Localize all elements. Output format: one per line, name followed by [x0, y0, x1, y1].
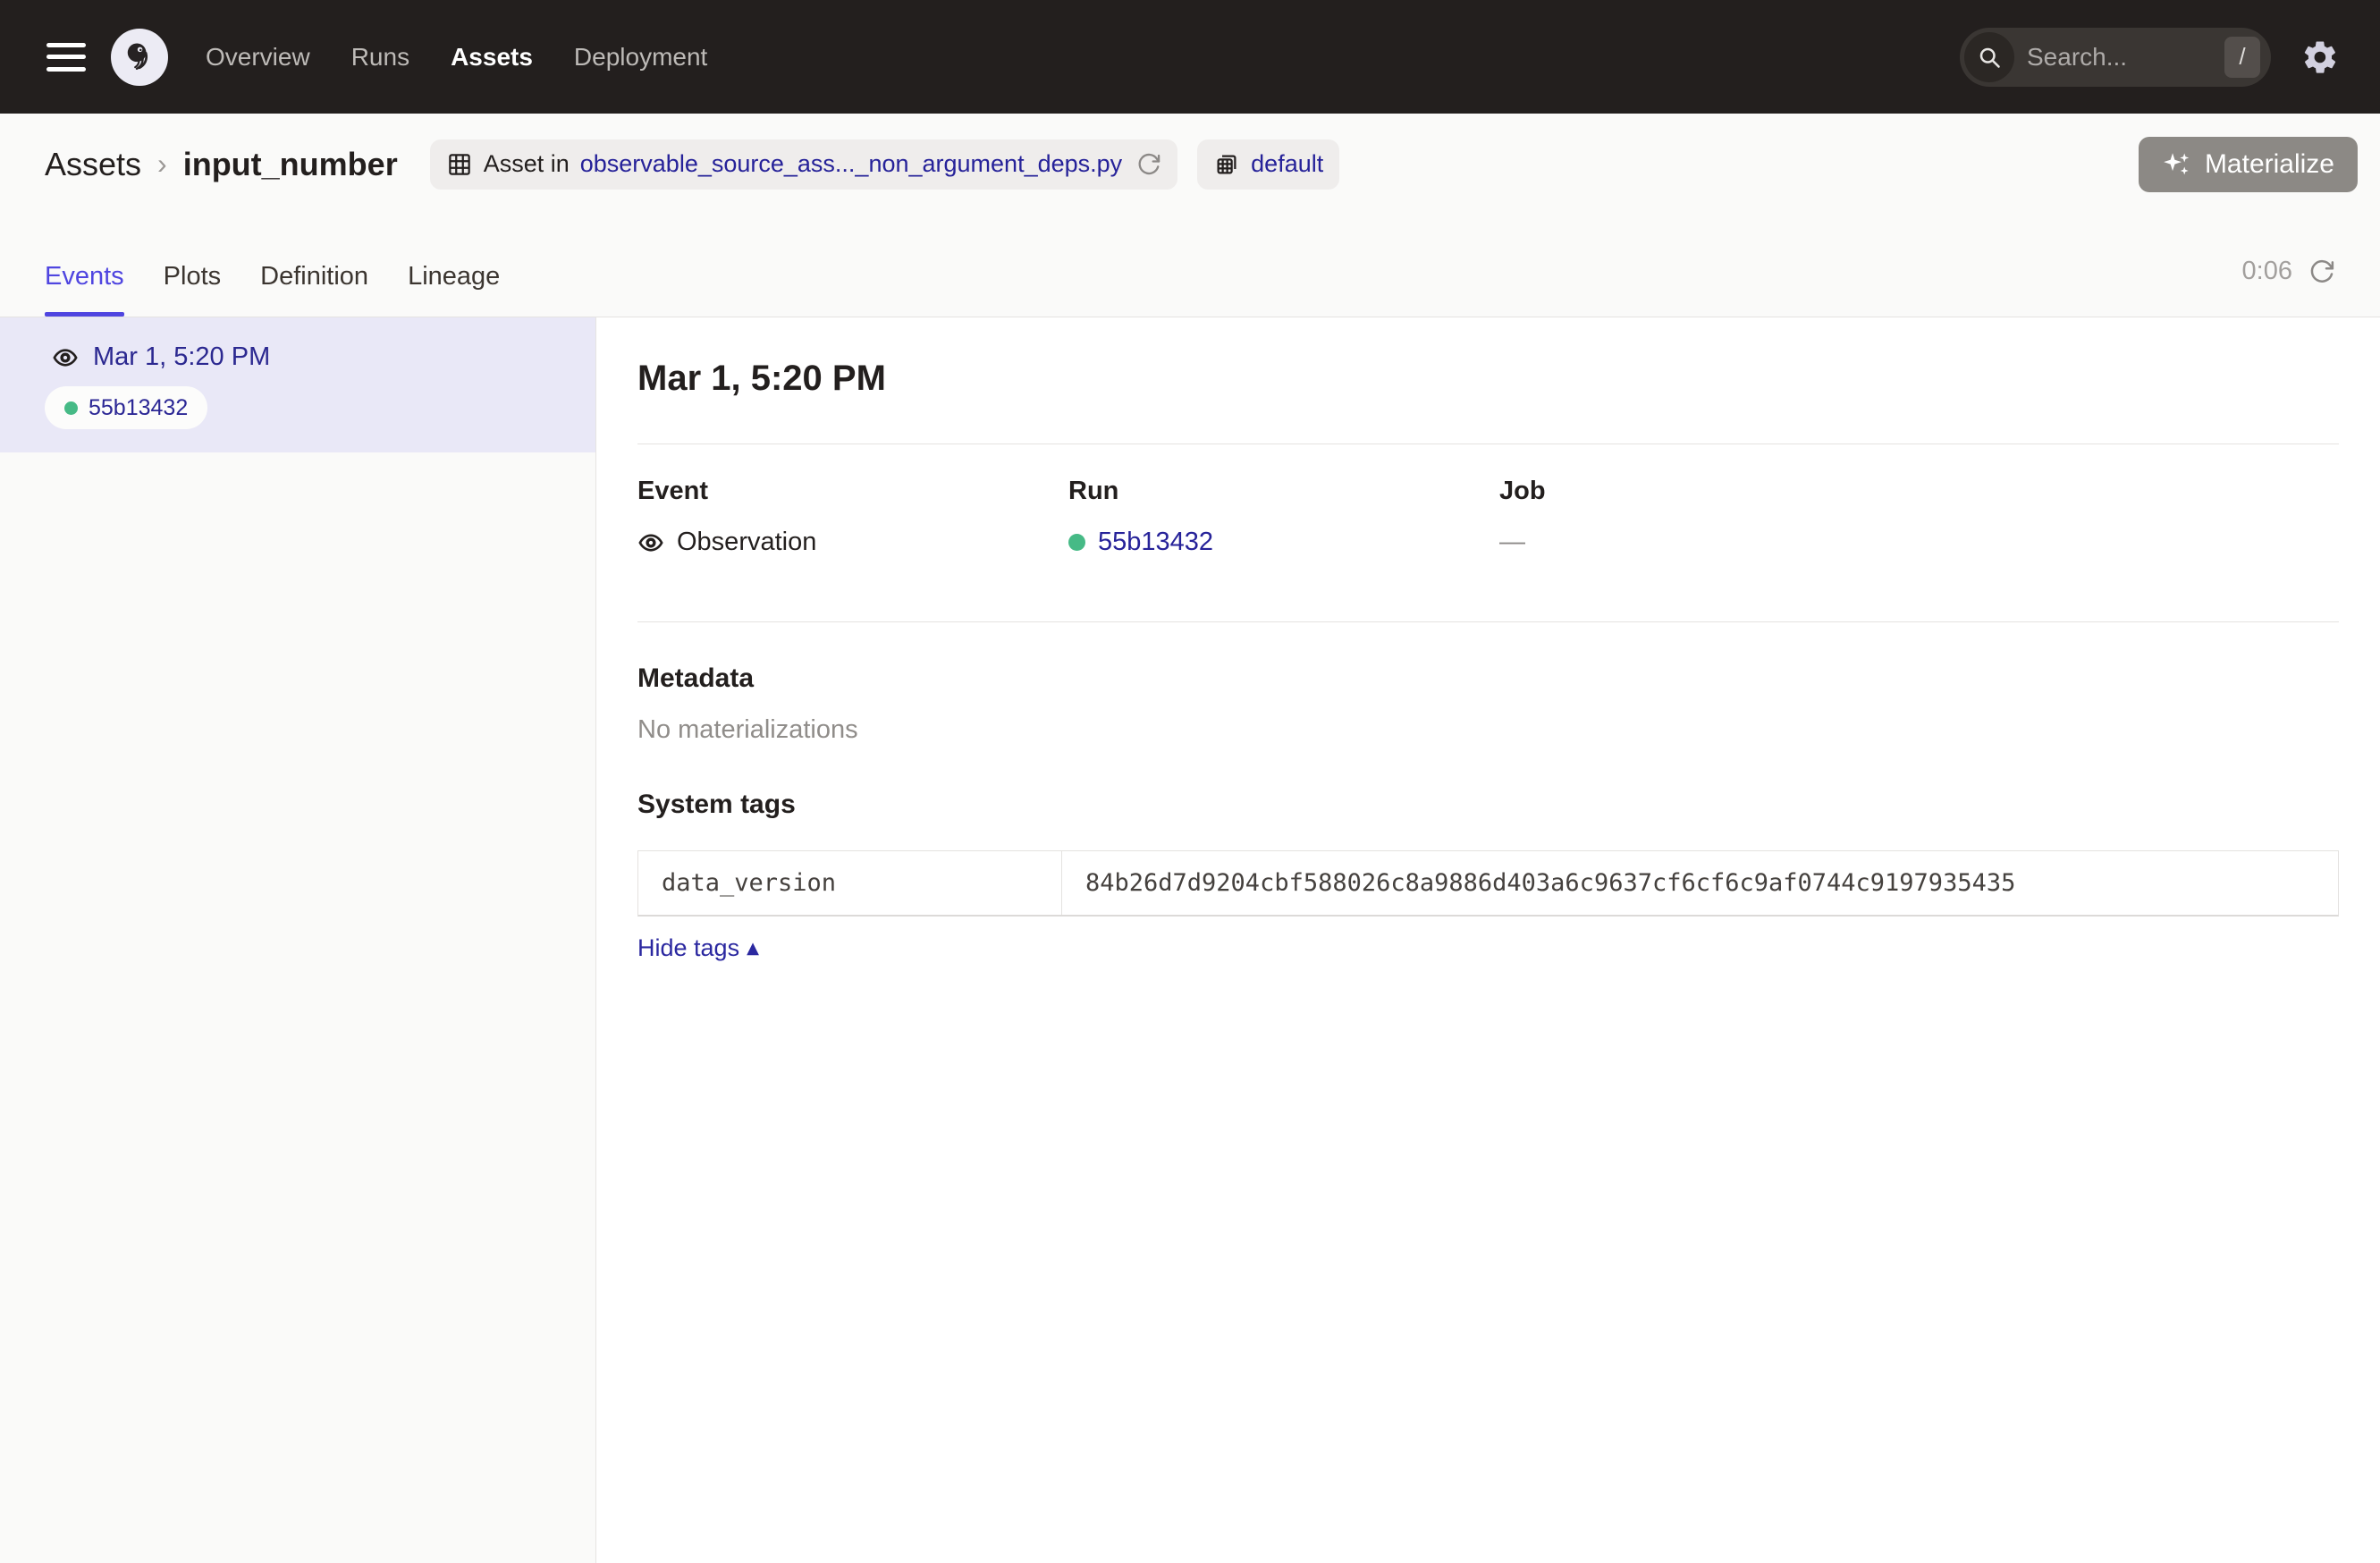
- asset-definition-pill[interactable]: Asset in observable_source_ass..._non_ar…: [430, 139, 1177, 190]
- divider: [637, 621, 2339, 622]
- menu-icon[interactable]: [46, 43, 86, 72]
- hide-tags-toggle[interactable]: Hide tags ▲: [637, 934, 759, 962]
- nav-item-overview[interactable]: Overview: [206, 43, 310, 72]
- tag-key-cell: data_version: [638, 851, 1062, 915]
- refresh-countdown: 0:06: [2242, 257, 2292, 286]
- run-id-link[interactable]: 55b13432: [1098, 528, 1213, 557]
- asset-definition-link[interactable]: observable_source_ass..._non_argument_de…: [580, 150, 1122, 178]
- asset-pill-prefix: Asset in: [484, 150, 570, 178]
- asset-group-link[interactable]: default: [1251, 150, 1323, 178]
- run-id-badge[interactable]: 55b13432: [45, 386, 207, 429]
- run-status-dot: [64, 401, 78, 415]
- reload-definition-icon[interactable]: [1136, 152, 1161, 177]
- metadata-empty-text: No materializations: [637, 715, 2339, 745]
- observation-eye-icon: [637, 529, 664, 556]
- event-detail-panel: Mar 1, 5:20 PM Event Observation Run: [596, 317, 2380, 1563]
- job-column-label: Job: [1499, 477, 2339, 506]
- event-detail-title: Mar 1, 5:20 PM: [637, 359, 2339, 399]
- materialize-button[interactable]: Materialize: [2139, 137, 2358, 192]
- tab-plots[interactable]: Plots: [164, 262, 221, 317]
- breadcrumb: Assets › input_number Asset in observabl…: [0, 114, 2380, 215]
- observation-eye-icon: [52, 344, 79, 371]
- search-shortcut-key: /: [2224, 37, 2260, 78]
- asset-header: Assets › input_number Asset in observabl…: [0, 114, 2380, 317]
- job-empty-value: —: [1499, 528, 1525, 557]
- event-column: Event Observation: [637, 477, 1068, 557]
- breadcrumb-assets-link[interactable]: Assets: [45, 146, 141, 183]
- page-title: input_number: [183, 146, 398, 183]
- tag-value-cell: 84b26d7d9204cbf588026c8a9886d403a6c9637c…: [1062, 851, 2338, 915]
- search-box[interactable]: /: [1960, 28, 2271, 87]
- refresh-icon[interactable]: [2308, 258, 2335, 285]
- asset-group-pill[interactable]: default: [1197, 139, 1339, 190]
- system-tags-table: data_version 84b26d7d9204cbf588026c8a988…: [637, 850, 2339, 917]
- event-timestamp: Mar 1, 5:20 PM: [93, 342, 270, 372]
- caret-up-icon: ▲: [747, 939, 759, 958]
- tab-definition[interactable]: Definition: [260, 262, 368, 317]
- event-list-item-selected[interactable]: Mar 1, 5:20 PM 55b13432: [0, 317, 595, 452]
- event-type-value: Observation: [677, 528, 816, 557]
- hide-tags-label: Hide tags: [637, 934, 739, 962]
- primary-nav: Overview Runs Assets Deployment: [206, 43, 707, 72]
- materialize-button-label: Materialize: [2205, 149, 2334, 180]
- run-column-label: Run: [1068, 477, 1499, 506]
- nav-item-runs[interactable]: Runs: [351, 43, 409, 72]
- asset-tabs: Events Plots Definition Lineage 0:06: [0, 215, 2380, 317]
- run-column: Run 55b13432: [1068, 477, 1499, 557]
- nav-item-assets[interactable]: Assets: [451, 43, 533, 72]
- asset-group-icon: [1213, 151, 1240, 178]
- asset-grid-icon: [446, 151, 473, 178]
- dagster-logo-icon[interactable]: [111, 29, 168, 86]
- chevron-right-icon: ›: [157, 148, 167, 181]
- settings-gear-icon[interactable]: [2301, 38, 2339, 76]
- nav-item-deployment[interactable]: Deployment: [574, 43, 707, 72]
- tab-events[interactable]: Events: [45, 262, 124, 317]
- search-icon: [1964, 32, 2014, 82]
- event-column-label: Event: [637, 477, 1068, 506]
- search-input[interactable]: [2027, 43, 2224, 72]
- tab-lineage[interactable]: Lineage: [408, 262, 500, 317]
- system-tags-heading: System tags: [637, 790, 2339, 820]
- top-nav: Overview Runs Assets Deployment /: [0, 0, 2380, 114]
- run-status-dot: [1068, 534, 1085, 551]
- job-column: Job —: [1499, 477, 2339, 557]
- sparkles-icon: [2162, 149, 2192, 180]
- run-id-label: 55b13432: [89, 395, 188, 421]
- event-list-sidebar: Mar 1, 5:20 PM 55b13432: [0, 317, 596, 1563]
- metadata-heading: Metadata: [637, 663, 2339, 694]
